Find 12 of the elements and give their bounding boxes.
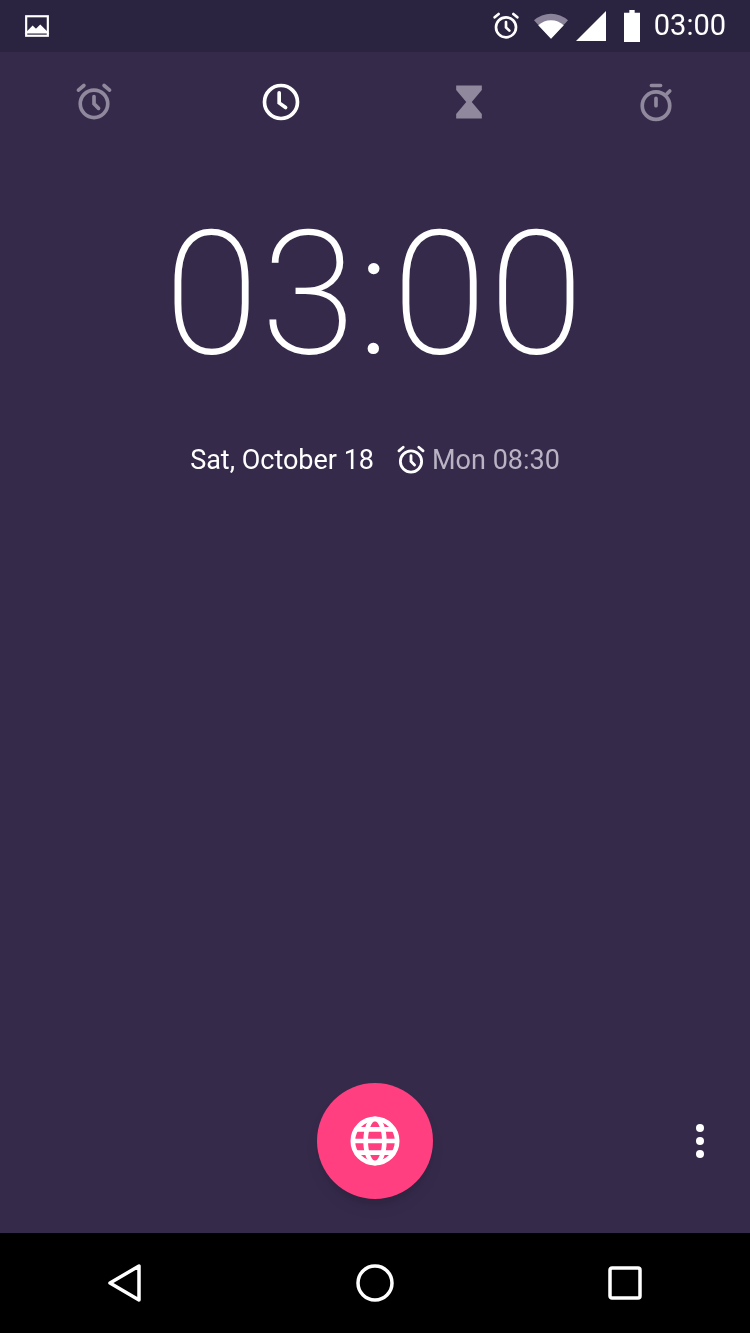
image-icon [24,13,50,39]
back-icon [107,1263,143,1303]
next-alarm-text: Mon 08:30 [432,443,560,478]
status-time: 03:00 [653,7,726,45]
signal-icon [575,11,606,41]
date-text: Sat, October 18 [190,443,375,478]
clock-time: 03:00 [164,208,586,380]
wifi-icon [533,11,568,41]
battery-icon [621,10,642,42]
recents-icon [608,1266,642,1300]
more-icon [695,1123,705,1159]
home-icon [355,1263,395,1303]
